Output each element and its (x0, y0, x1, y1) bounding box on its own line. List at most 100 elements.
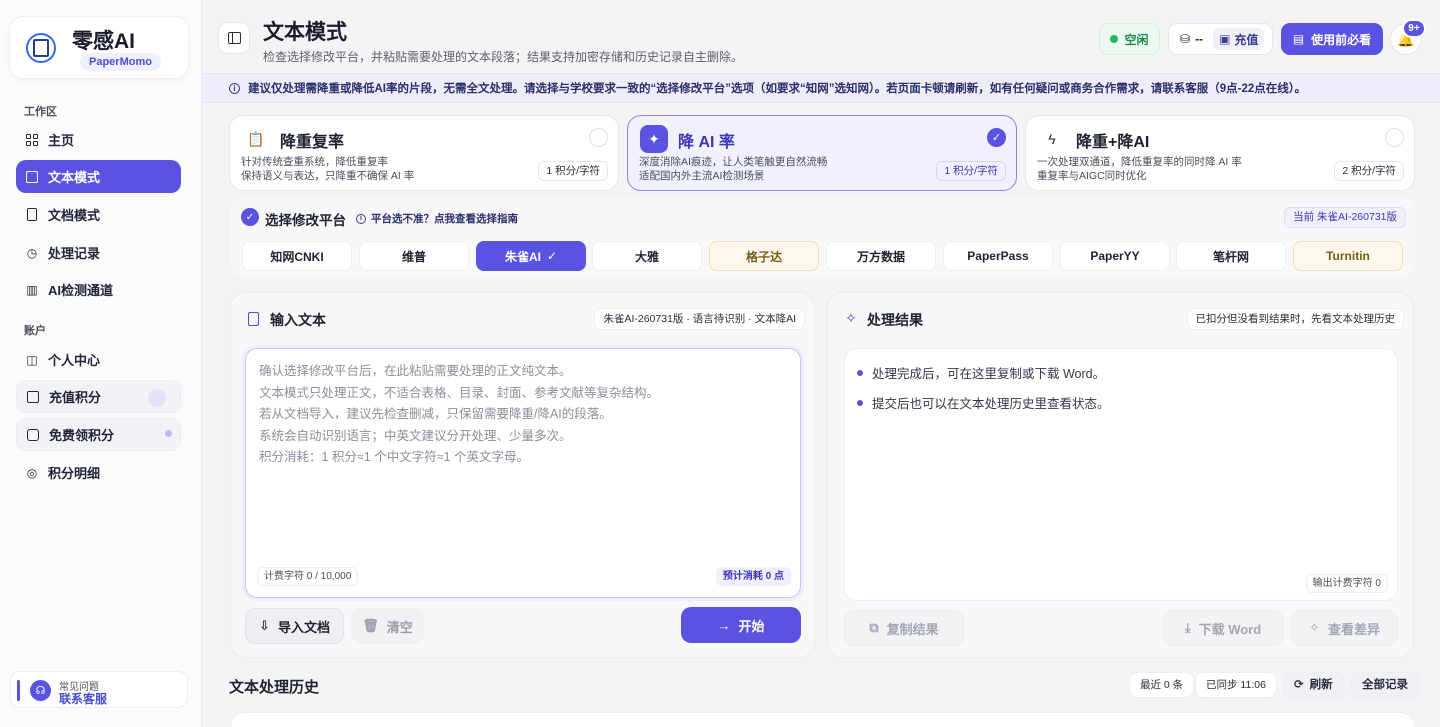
start-button[interactable]: → 开始 (681, 607, 801, 643)
platform-guide-link[interactable]: i 平台选不准？点我查看选择指南 (356, 211, 518, 226)
placeholder-line: 文本模式只处理正文，不适合表格、目录、封面、参考文献等复杂结构。 (259, 385, 660, 400)
section-workspace: 工作区 (24, 106, 57, 118)
text-input-area[interactable]: 确认选择修改平台后，在此粘贴需要处理的正文纯文本。 文本模式只处理正文，不适合表… (245, 348, 801, 598)
recharge-button[interactable]: ▣ 充值 (1213, 28, 1265, 50)
must-read-button[interactable]: ▤ 使用前必看 (1281, 23, 1383, 55)
all-records-button[interactable]: 全部记录 (1351, 672, 1419, 698)
mode-card-dedup[interactable]: 📋 降重复率 针对传统查重系统，降低重复率 保持语义与表达，只降重不确保 AI … (229, 115, 619, 191)
support-accent-bar (17, 680, 20, 701)
placeholder-line: 积分消耗：1 积分≈1 个中文字符≈1 个英文字母。 (259, 450, 529, 464)
page-title: 文本模式 (263, 21, 347, 44)
mode-title: 降 AI 率 (678, 134, 735, 151)
import-label: 导入文档 (277, 619, 330, 635)
view-diff-button[interactable]: ✧ 查看差异 (1291, 610, 1398, 646)
mode-radio-checked-icon[interactable]: ✓ (987, 128, 1006, 147)
gift-icon (26, 428, 40, 442)
status-text: 空闲 (1124, 32, 1149, 47)
sparkles-icon: ✦ (640, 125, 668, 153)
sidebar-item-home[interactable]: 主页 (16, 123, 181, 156)
platform-option-paperpass[interactable]: PaperPass (943, 241, 1053, 271)
sidebar-item-doc-mode[interactable]: 文档模式 (16, 198, 181, 231)
brand-card[interactable]: 零感AI PaperMomo (9, 16, 189, 79)
result-output-area[interactable]: 处理完成后，可在这里复制或下载 Word。 提交后也可以在文本处理历史里查看状态… (844, 348, 1398, 601)
mode-desc: 深度消除AI痕迹，让人类笔触更自然流畅 (639, 156, 828, 168)
sidebar-item-records[interactable]: ◷ 处理记录 (16, 236, 181, 269)
notice-text: 建议仅处理需降重或降低AI率的片段，无需全文处理。请选择与学校要求一致的“选择修… (248, 83, 1307, 95)
result-hint-item: 提交后也可以在文本处理历史里查看状态。 (857, 393, 1110, 412)
sidebar-item-free-credits[interactable]: 免费领积分 (16, 418, 181, 451)
input-meta-tag: 朱雀AI-260731版 · 语言待识别 · 文本降AI (594, 308, 805, 330)
recent-count-text: 最近 0 条 (1140, 679, 1184, 691)
platform-label: 朱雀AI (504, 249, 541, 264)
sidebar-item-profile[interactable]: ◫ 个人中心 (16, 343, 181, 376)
download-word-button[interactable]: ⤓ 下载 Word (1163, 610, 1283, 646)
credit-value: -- (1195, 32, 1204, 46)
info-icon: i (356, 213, 366, 224)
result-card: ✧ 处理结果 已扣分但没看到结果时，先看文本处理历史 处理完成后，可在这里复制或… (827, 292, 1414, 658)
platform-option-turnitin[interactable]: Turnitin (1293, 241, 1403, 271)
mode-price: 1 积分/字符 (538, 161, 608, 181)
refresh-button[interactable]: ⟳ 刷新 (1283, 672, 1344, 698)
check-icon: ✓ (241, 208, 259, 226)
credit-balance[interactable]: ⛁ -- (1174, 32, 1209, 46)
sidebar-item-label: 处理记录 (48, 246, 101, 261)
all-records-label: 全部记录 (1362, 679, 1408, 691)
coins-icon: ◎ (26, 465, 38, 480)
history-icon: ◷ (26, 245, 38, 260)
brand-sub: PaperMomo (80, 53, 161, 71)
bullet-icon (857, 369, 863, 376)
mode-radio[interactable] (589, 128, 608, 147)
recharge-badge (148, 389, 166, 407)
platform-option-paperyy[interactable]: PaperYY (1060, 241, 1170, 271)
sparkles-icon: ✧ (845, 310, 857, 326)
mode-radio[interactable] (1385, 128, 1404, 147)
support-card[interactable]: ☊ 常见问题 联系客服 (10, 671, 188, 708)
current-platform-badge: 当前 朱雀AI-260731版 (1284, 207, 1406, 228)
copy-result-button[interactable]: ⧉ 复制结果 (844, 610, 964, 646)
sidebar-item-label: 积分明细 (48, 466, 101, 481)
brand-name: 零感AI (72, 30, 135, 53)
platform-option-zhuque[interactable]: 朱雀AI ✓ (476, 241, 586, 271)
sync-time-text: 已同步 11:06 (1206, 679, 1266, 691)
import-doc-button[interactable]: ⇩ 导入文档 (245, 608, 344, 644)
status-badge: 空闲 (1099, 23, 1160, 55)
clear-label: 清空 (386, 619, 413, 635)
notification-badge: 9+ (1402, 19, 1426, 38)
result-hint-tag: 已扣分但没看到结果时，先看文本处理历史 (1186, 308, 1404, 330)
refresh-label: 刷新 (1309, 679, 1333, 691)
platform-option-cnki[interactable]: 知网CNKI (242, 241, 352, 271)
mode-desc: 重复率与AIGC同时优化 (1037, 170, 1147, 182)
import-icon: ⇩ (259, 618, 270, 633)
sidebar-item-label: 主页 (48, 133, 75, 148)
page-subtitle: 检查选择修改平台，并粘贴需要处理的文本段落；结果支持加密存储和历史记录自主删除。 (263, 50, 744, 64)
trash-icon: 🗑 (362, 618, 379, 633)
history-recent-count: 最近 0 条 (1129, 672, 1195, 698)
home-grid-icon (25, 133, 39, 147)
sidebar-item-ai-detect[interactable]: ▥ AI检测通道 (16, 273, 181, 306)
platform-option-bigan[interactable]: 笔杆网 (1176, 241, 1286, 271)
mode-card-both[interactable]: ϟ 降重+降AI 一次处理双通道，降低重复率的同时降 AI 率 重复率与AIGC… (1025, 115, 1415, 191)
result-hint-item: 处理完成后，可在这里复制或下载 Word。 (857, 363, 1105, 382)
sidebar-item-text-mode[interactable]: 文本模式 (16, 160, 181, 193)
platform-option-wanfang[interactable]: 万方数据 (826, 241, 936, 271)
mode-card-reduce-ai[interactable]: ✦ 降 AI 率 深度消除AI痕迹，让人类笔触更自然流畅 适配国内外主流AI检测… (627, 115, 1017, 191)
mode-title: 降重+降AI (1076, 134, 1150, 151)
book-icon: ▤ (1292, 32, 1305, 46)
headset-icon: ☊ (30, 680, 51, 701)
main-area: 文本模式 检查选择修改平台，并粘贴需要处理的文本段落；结果支持加密存储和历史记录… (202, 0, 1440, 727)
copy-icon: ⧉ (869, 620, 879, 635)
sidebar-item-recharge[interactable]: 充值积分 (16, 380, 181, 413)
platform-option-vip[interactable]: 维普 (359, 241, 469, 271)
platform-option-gezida[interactable]: 格子达 (709, 241, 819, 271)
clear-button[interactable]: 🗑 清空 (351, 608, 424, 644)
toggle-sidebar-button[interactable] (218, 22, 250, 54)
mode-price: 2 积分/字符 (1334, 161, 1404, 181)
estimated-cost: 预计消耗 0 点 (715, 567, 791, 586)
placeholder-text: 确认选择修改平台后，在此粘贴需要处理的正文纯文本。 文本模式只处理正文，不适合表… (259, 361, 659, 469)
platform-option-daya[interactable]: 大雅 (592, 241, 702, 271)
result-hint-text: 处理完成后，可在这里复制或下载 Word。 (872, 367, 1106, 381)
placeholder-line: 确认选择修改平台后，在此粘贴需要处理的正文纯文本。 (259, 364, 572, 378)
platform-label: 格子达 (745, 249, 782, 264)
start-label: 开始 (738, 618, 765, 634)
sidebar-item-credit-detail[interactable]: ◎ 积分明细 (16, 456, 181, 489)
